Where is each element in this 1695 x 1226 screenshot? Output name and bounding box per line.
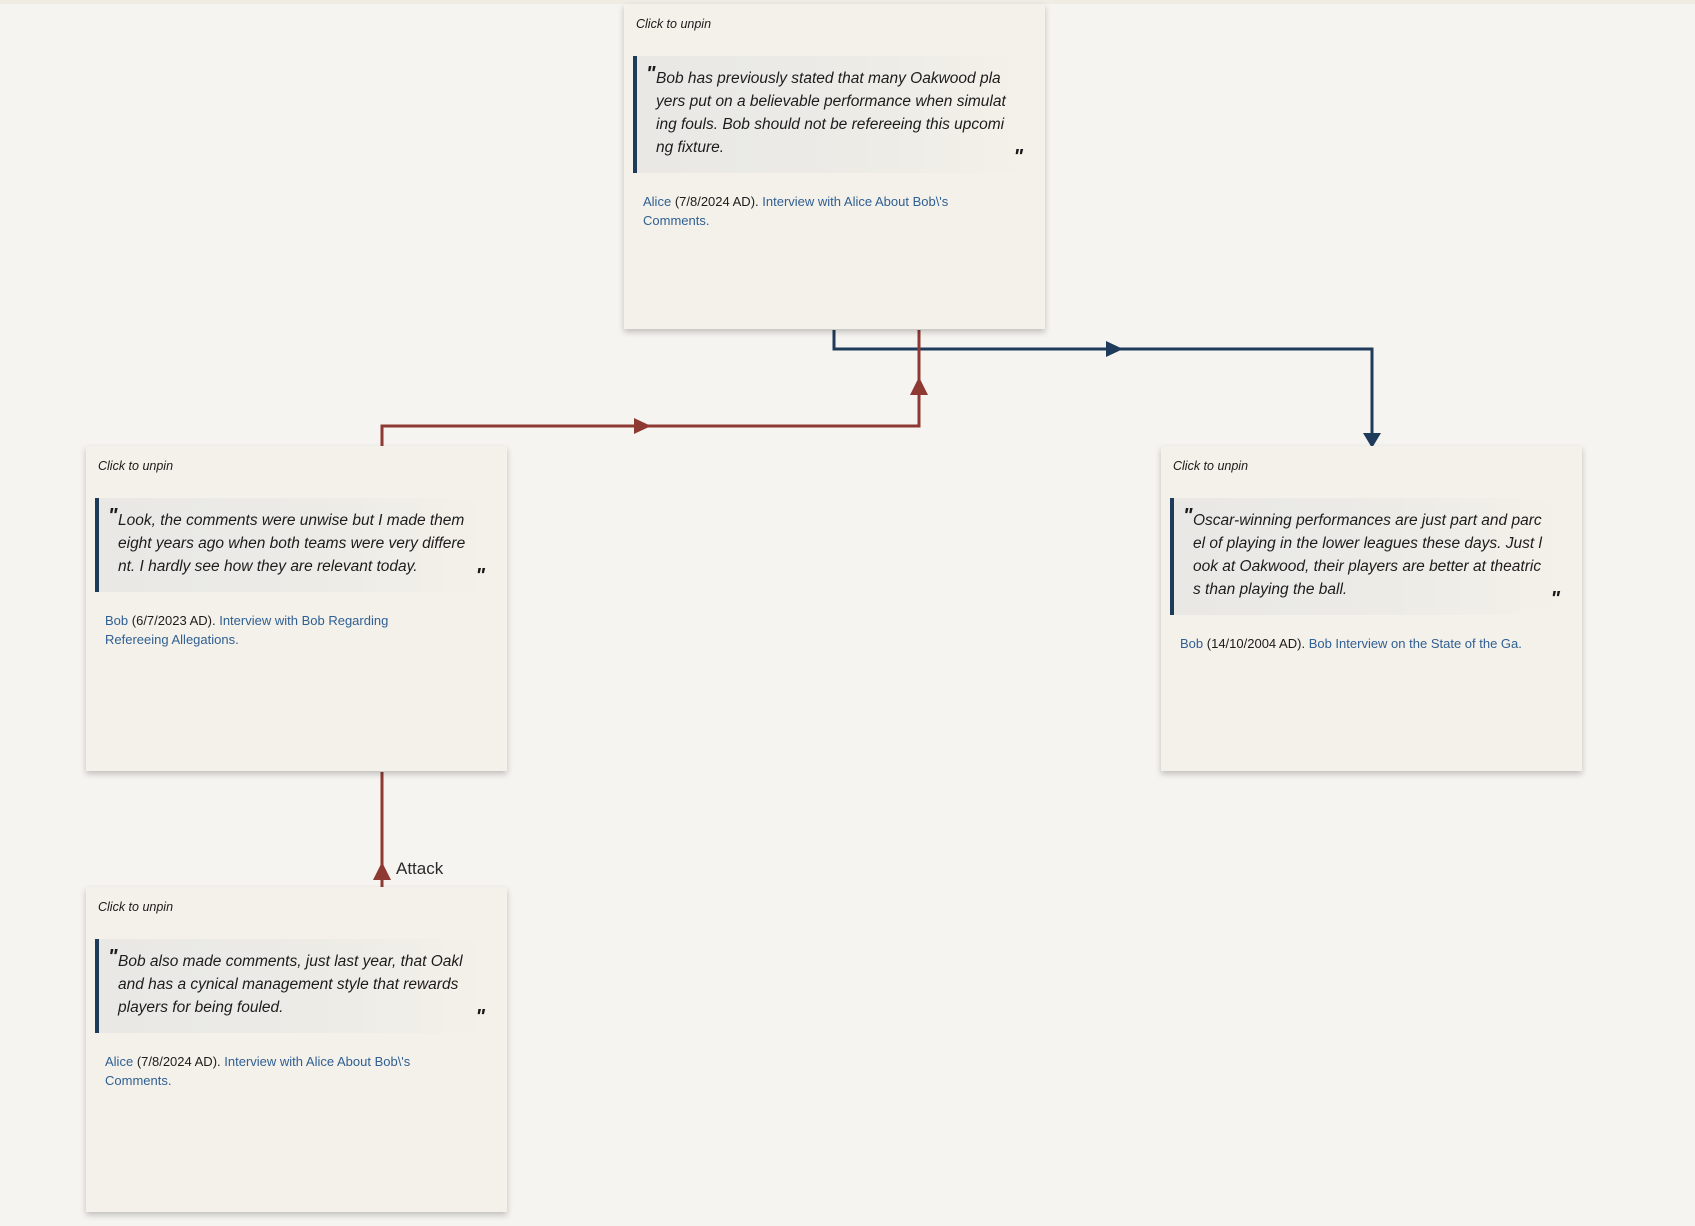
quote-text: Oscar-winning performances are just part… (1193, 512, 1542, 598)
edge-left-to-top (380, 330, 921, 446)
argument-card-alice-bottom[interactable]: Click to unpin " Bob also made comments,… (86, 887, 507, 1212)
source-link[interactable]: Bob Interview on the State of the Ga. (1309, 636, 1522, 651)
open-quote-icon: " (108, 946, 118, 968)
edge-top-to-right (832, 330, 1374, 438)
author-link[interactable]: Bob (105, 613, 128, 628)
author-link[interactable]: Alice (105, 1054, 133, 1069)
open-quote-icon: " (1183, 505, 1193, 527)
unpin-button[interactable]: Click to unpin (1173, 459, 1248, 473)
unpin-button[interactable]: Click to unpin (636, 17, 711, 31)
quote-text: Look, the comments were unwise but I mad… (118, 512, 466, 575)
blockquote: " Oscar-winning performances are just pa… (1170, 498, 1566, 615)
edge-top-to-right-mid-arrow (1106, 341, 1123, 357)
citation-date: (7/8/2024 AD). (674, 194, 759, 209)
close-quote-icon: " (475, 565, 485, 587)
author-link[interactable]: Bob (1180, 636, 1203, 651)
blockquote: " Bob has previously stated that many Oa… (633, 56, 1029, 173)
quote-text: Bob has previously stated that many Oakw… (656, 70, 1006, 156)
edge-bottom-to-left-arrowhead (373, 862, 391, 880)
quote-text: Bob also made comments, just last year, … (118, 953, 463, 1016)
citation: Alice (7/8/2024 AD). Interview with Alic… (643, 192, 985, 230)
blockquote: " Bob also made comments, just last year… (95, 939, 491, 1033)
author-link[interactable]: Alice (643, 194, 671, 209)
citation: Alice (7/8/2024 AD). Interview with Alic… (105, 1052, 447, 1090)
blockquote: " Look, the comments were unwise but I m… (95, 498, 491, 592)
edge-left-to-top-arrowhead (910, 377, 928, 395)
argument-card-alice-top[interactable]: Click to unpin " Bob has previously stat… (624, 4, 1045, 329)
citation-date: (14/10/2004 AD). (1206, 636, 1306, 651)
edge-label-attack: Attack (396, 859, 444, 878)
open-quote-icon: " (646, 63, 656, 85)
edge-left-to-top-mid-arrow (634, 418, 651, 434)
argument-card-bob-right[interactable]: Click to unpin " Oscar-winning performan… (1161, 446, 1582, 771)
close-quote-icon: " (475, 1006, 485, 1028)
open-quote-icon: " (108, 505, 118, 527)
citation: Bob (14/10/2004 AD). Bob Interview on th… (1180, 634, 1522, 653)
close-quote-icon: " (1013, 146, 1023, 168)
citation: Bob (6/7/2023 AD). Interview with Bob Re… (105, 611, 447, 649)
unpin-button[interactable]: Click to unpin (98, 459, 173, 473)
close-quote-icon: " (1550, 588, 1560, 610)
unpin-button[interactable]: Click to unpin (98, 900, 173, 914)
citation-date: (7/8/2024 AD). (136, 1054, 221, 1069)
citation-date: (6/7/2023 AD). (131, 613, 216, 628)
argument-card-bob-left[interactable]: Click to unpin " Look, the comments were… (86, 446, 507, 771)
